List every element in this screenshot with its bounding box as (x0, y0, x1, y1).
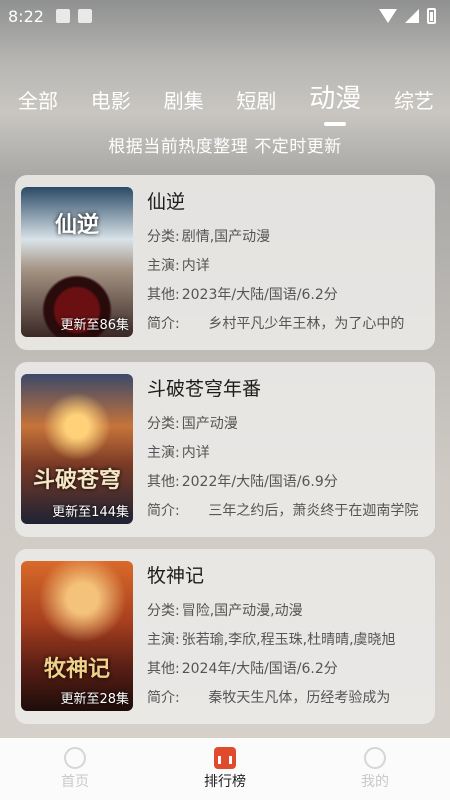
item-cast: 主演: 内详 (147, 445, 210, 461)
tab-short-drama[interactable]: 短剧 (236, 86, 276, 116)
episode-badge: 更新至28集 (60, 692, 129, 707)
item-title: 仙逆 (147, 191, 186, 213)
item-other: 其他: 2023年/大陆/国语/6.2分 (147, 287, 338, 303)
active-tab-indicator (324, 122, 347, 126)
item-cast: 主演: 内详 (147, 258, 210, 274)
tab-variety[interactable]: 综艺 (394, 86, 434, 116)
nav-profile[interactable]: 我的 (325, 747, 425, 791)
poster-image: 牧神记 更新至28集 (21, 561, 133, 711)
wifi-icon (379, 9, 397, 23)
item-title: 牧神记 (147, 565, 205, 587)
episode-badge: 更新至86集 (60, 318, 129, 333)
item-cast: 主演: 张若瑜,李欣,程玉珠,杜晴晴,虞晓旭 (147, 632, 396, 648)
home-icon (64, 747, 86, 769)
poster-image: 斗破苍穹 更新至144集 (21, 374, 133, 524)
tab-movies[interactable]: 电影 (91, 86, 131, 116)
item-info: 仙逆 分类: 剧情,国产动漫 主演: 内详 其他: 2023年/大陆/国语/6.2分 … (147, 187, 429, 338)
list-item[interactable]: 仙逆 更新至86集 仙逆 分类: 剧情,国产动漫 主演: 内详 其他: 2023年/大… (15, 175, 435, 350)
tab-anime[interactable]: 动漫 (309, 82, 361, 126)
nav-home[interactable]: 首页 (25, 747, 125, 791)
gallery-notification-icon (55, 9, 70, 23)
poster-image: 仙逆 更新至86集 (21, 187, 133, 337)
item-category: 分类: 国产动漫 (147, 416, 238, 432)
nav-ranking[interactable]: 排行榜 (175, 747, 275, 791)
ranking-list: 仙逆 更新至86集 仙逆 分类: 剧情,国产动漫 主演: 内详 其他: 2023年/大… (15, 175, 435, 736)
list-item[interactable]: 斗破苍穹 更新至144集 斗破苍穹年番 分类: 国产动漫 主演: 内详 其他: 202… (15, 362, 435, 537)
item-intro: 简介: 乡村平凡少年王林，为了心中的 (147, 316, 405, 332)
item-category: 分类: 剧情,国产动漫 (147, 229, 271, 245)
poster-text: 牧神记 (43, 656, 110, 682)
episode-badge: 更新至144集 (52, 505, 129, 520)
tab-all[interactable]: 全部 (18, 86, 58, 116)
app-notification-icon (77, 9, 92, 23)
ranking-subtitle: 根据当前热度整理 不定时更新 (108, 137, 342, 157)
item-other: 其他: 2024年/大陆/国语/6.2分 (147, 661, 338, 677)
list-item[interactable]: 牧神记 更新至28集 牧神记 分类: 冒险,国产动漫,动漫 主演: 张若瑜,李欣,程… (15, 549, 435, 724)
status-bar: 8:22 (0, 0, 450, 32)
bottom-navigation: 首页 排行榜 我的 (0, 738, 450, 800)
item-intro: 简介: 秦牧天生凡体，历经考验成为 (147, 690, 391, 706)
category-tabs: 全部 电影 剧集 短剧 动漫 综艺 (0, 72, 450, 126)
item-category: 分类: 冒险,国产动漫,动漫 (147, 603, 303, 619)
battery-icon (427, 8, 436, 24)
poster-text: 仙逆 (54, 212, 99, 238)
item-info: 斗破苍穹年番 分类: 国产动漫 主演: 内详 其他: 2022年/大陆/国语/6.9分… (147, 374, 429, 525)
profile-icon (364, 747, 386, 769)
ranking-icon (214, 747, 236, 769)
signal-icon (405, 9, 419, 23)
item-info: 牧神记 分类: 冒险,国产动漫,动漫 主演: 张若瑜,李欣,程玉珠,杜晴晴,虞晓旭 … (147, 561, 429, 712)
status-time: 8:22 (8, 6, 44, 26)
poster-text: 斗破苍穹 (32, 467, 121, 493)
item-intro: 简介: 三年之约后，萧炎终于在迦南学院 (147, 503, 419, 519)
item-title: 斗破苍穹年番 (147, 378, 262, 400)
item-other: 其他: 2022年/大陆/国语/6.9分 (147, 474, 338, 490)
tab-series[interactable]: 剧集 (164, 86, 204, 116)
